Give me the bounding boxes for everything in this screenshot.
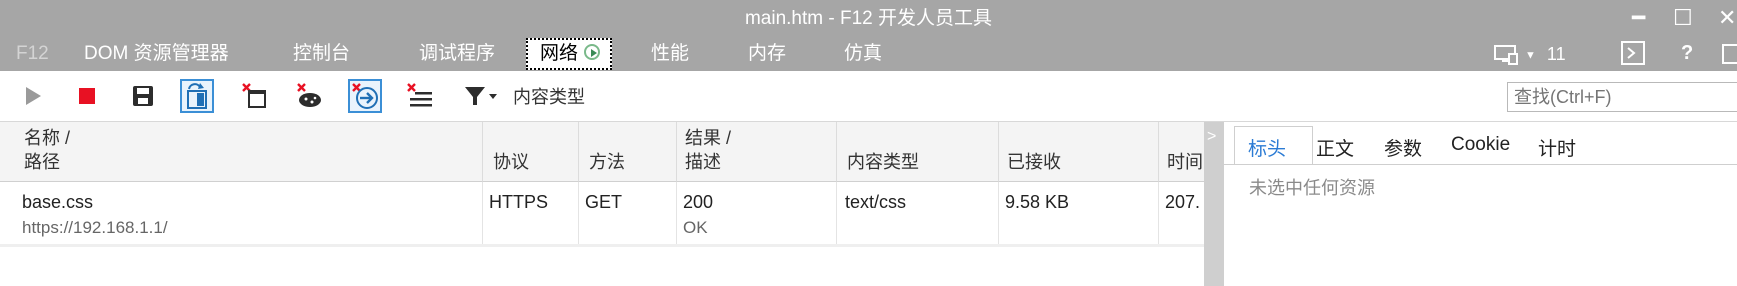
- play-icon[interactable]: [16, 79, 50, 113]
- column-header-method[interactable]: 方法: [579, 122, 677, 182]
- tab-emulation[interactable]: 仿真: [844, 40, 882, 68]
- monitor-icon: [1494, 45, 1520, 66]
- row-separator: [0, 244, 1204, 247]
- browser-mode-value: 11: [1546, 44, 1566, 64]
- help-button[interactable]: ?: [1681, 42, 1693, 65]
- row-received: 9.58 KB: [1005, 192, 1070, 212]
- cell-result: 200 OK: [677, 182, 837, 244]
- cell-time: 207.: [1159, 182, 1204, 244]
- column-header-received[interactable]: 已接收: [999, 122, 1159, 182]
- row-method: GET: [585, 192, 623, 212]
- header-protocol: 协议: [493, 152, 529, 172]
- title-bar: main.htm - F12 开发人员工具 ━ ☐ ✕ F12 DOM 资源管理…: [0, 0, 1737, 71]
- clear-entries-icon[interactable]: [237, 79, 271, 113]
- navigate-icon[interactable]: [348, 79, 382, 113]
- tab-timing[interactable]: 计时: [1538, 134, 1576, 161]
- dock-icon[interactable]: [1722, 42, 1737, 66]
- cell-content-type: text/css: [837, 182, 999, 244]
- column-header-content-type[interactable]: 内容类型: [837, 122, 999, 182]
- always-refresh-icon[interactable]: [180, 79, 214, 113]
- close-button[interactable]: ✕: [1718, 6, 1736, 30]
- column-header-result[interactable]: 结果 / 描述: [677, 122, 837, 182]
- tab-body[interactable]: 正文: [1316, 134, 1354, 161]
- expand-details-icon[interactable]: >: [1207, 128, 1216, 146]
- row-description: OK: [683, 218, 708, 237]
- browser-mode-selector[interactable]: ▼ 11: [1494, 44, 1566, 66]
- details-tabs: 标头 正文 参数 Cookie 计时: [1224, 122, 1737, 165]
- recording-icon: [584, 43, 601, 60]
- clear-cache-icon[interactable]: [292, 79, 326, 113]
- chevron-down-icon: ▼: [1525, 49, 1536, 62]
- tab-memory[interactable]: 内存: [748, 40, 786, 68]
- column-header-name[interactable]: 名称 / 路径: [0, 122, 483, 182]
- row-path: https://192.168.1.1/: [22, 218, 168, 237]
- window-title: main.htm - F12 开发人员工具: [744, 8, 993, 29]
- header-result-line2: 描述: [685, 152, 721, 172]
- tab-f12[interactable]: F12: [16, 40, 49, 68]
- header-name-line1: 名称 /: [24, 128, 71, 148]
- header-name-line2: 路径: [24, 152, 60, 172]
- header-method: 方法: [589, 152, 625, 172]
- row-time: 207.: [1165, 192, 1201, 212]
- row-protocol: HTTPS: [489, 192, 549, 212]
- header-result-line1: 结果 /: [685, 128, 732, 148]
- tab-headers[interactable]: 标头: [1248, 134, 1286, 161]
- tab-console[interactable]: 控制台: [293, 40, 350, 68]
- cell-protocol: HTTPS: [483, 182, 579, 244]
- row-name: base.css: [22, 192, 94, 212]
- row-content-type: text/css: [845, 192, 907, 212]
- header-time: 时间: [1167, 152, 1203, 172]
- cell-method: GET: [579, 182, 677, 244]
- column-header-time[interactable]: 时间: [1159, 122, 1204, 182]
- column-header-protocol[interactable]: 协议: [483, 122, 579, 182]
- tab-performance[interactable]: 性能: [651, 40, 689, 68]
- network-table: 名称 / 路径 协议 方法 结果 / 描述 内容类型 已接收 时间 base.c…: [0, 122, 1204, 286]
- tool-tabs: F12 DOM 资源管理器 控制台 调试程序 网络 性能 内存 仿真: [0, 38, 1737, 70]
- cell-name: base.css https://192.168.1.1/: [0, 182, 483, 244]
- network-toolbar: 内容类型: [0, 71, 1737, 122]
- clear-list-icon[interactable]: [403, 79, 437, 113]
- pane-splitter[interactable]: [1204, 122, 1224, 286]
- tab-network-label: 网络: [540, 43, 579, 64]
- tab-dom-explorer[interactable]: DOM 资源管理器: [84, 40, 229, 68]
- console-toggle-icon[interactable]: [1621, 40, 1645, 66]
- save-icon[interactable]: [126, 79, 160, 113]
- minimize-button[interactable]: ━: [1632, 6, 1645, 30]
- no-resource-message: 未选中任何资源: [1249, 178, 1375, 198]
- header-content-type: 内容类型: [847, 152, 919, 172]
- search-input[interactable]: [1507, 82, 1737, 112]
- header-received: 已接收: [1007, 152, 1061, 172]
- tab-network[interactable]: 网络: [526, 38, 613, 70]
- cell-received: 9.58 KB: [999, 182, 1159, 244]
- content-type-filter[interactable]: 内容类型: [513, 83, 585, 109]
- tab-debugger[interactable]: 调试程序: [419, 40, 495, 68]
- tab-parameters[interactable]: 参数: [1384, 134, 1422, 161]
- row-result: 200: [683, 192, 714, 212]
- maximize-button[interactable]: ☐: [1673, 6, 1693, 30]
- tab-cookie[interactable]: Cookie: [1451, 134, 1510, 156]
- stop-icon[interactable]: [70, 79, 104, 113]
- filter-icon[interactable]: [461, 79, 501, 113]
